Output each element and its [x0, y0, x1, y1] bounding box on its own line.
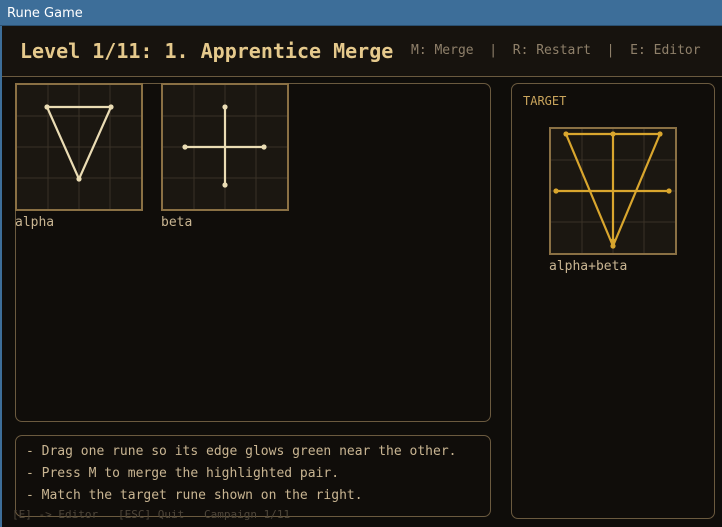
level-header: Level 1/11: 1. Apprentice Merge M: Merge… — [2, 26, 722, 77]
keyboard-hints: M: Merge | R: Restart | E: Editor — [411, 43, 701, 58]
rune-label-beta: beta — [161, 215, 193, 230]
instruction-line: - Drag one rune so its edge glows green … — [26, 444, 457, 459]
level-title: Level 1/11: 1. Apprentice Merge — [20, 39, 394, 63]
instruction-line: - Match the target rune shown on the rig… — [26, 488, 363, 503]
rune-tile-beta[interactable] — [161, 83, 289, 211]
window-title: Rune Game — [7, 6, 83, 21]
footer-hints: [E] -> Editor [ESC] Quit Campaign 1/11 — [12, 508, 291, 521]
rune-tile-alpha[interactable] — [15, 83, 143, 211]
window-border — [0, 26, 2, 527]
target-rune-label: alpha+beta — [549, 259, 628, 274]
triangle-rune-icon — [17, 85, 141, 209]
instruction-line: - Press M to merge the highlighted pair. — [26, 466, 340, 481]
cross-rune-icon — [163, 85, 287, 209]
merged-rune-icon — [551, 129, 675, 253]
rune-label-alpha: alpha — [15, 215, 55, 230]
instructions-panel: - Drag one rune so its edge glows green … — [15, 435, 491, 517]
window-titlebar: Rune Game — [0, 0, 722, 26]
target-rune-tile — [549, 127, 677, 255]
target-heading: TARGET — [523, 94, 567, 108]
